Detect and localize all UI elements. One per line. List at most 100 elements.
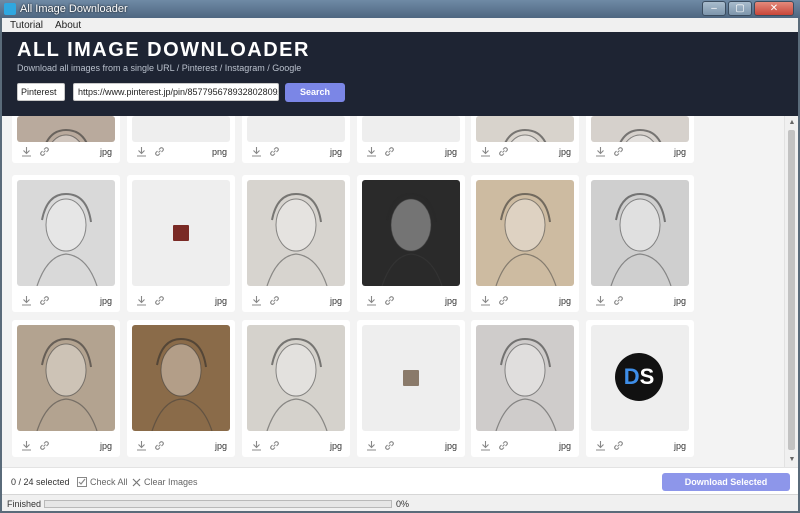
file-extension: jpg [673,296,686,306]
download-icon[interactable] [366,295,377,306]
scroll-down-arrow-icon[interactable]: ▼ [787,455,797,465]
minimize-button[interactable]: – [702,1,726,16]
link-icon[interactable] [39,440,50,451]
source-select[interactable]: Pinterest [17,83,65,101]
image-thumbnail[interactable] [591,180,689,286]
image-card[interactable]: jpg [12,116,120,163]
card-actions: jpg [12,290,120,312]
image-thumbnail[interactable] [362,325,460,431]
clear-images-button[interactable]: Clear Images [132,477,198,487]
image-card[interactable]: DS jpg [586,320,694,457]
sketch-photo-icon [504,128,547,142]
link-icon[interactable] [154,440,165,451]
image-card[interactable]: jpg [357,320,465,457]
link-icon[interactable] [384,440,395,451]
download-icon[interactable] [136,440,147,451]
image-thumbnail[interactable] [17,116,115,142]
download-icon[interactable] [251,295,262,306]
card-actions: jpg [471,290,579,312]
image-card[interactable]: jpg [127,320,235,457]
link-icon[interactable] [613,440,624,451]
link-icon[interactable] [269,146,280,157]
image-thumbnail[interactable] [132,180,230,286]
image-thumbnail[interactable] [17,180,115,286]
progress-bar [44,500,392,508]
image-card[interactable]: jpg [471,320,579,457]
image-card[interactable]: jpg [357,116,465,163]
card-actions: jpg [242,141,350,163]
link-icon[interactable] [39,295,50,306]
download-icon[interactable] [366,440,377,451]
download-icon[interactable] [21,146,32,157]
download-icon[interactable] [480,440,491,451]
image-thumbnail[interactable] [17,325,115,431]
link-icon[interactable] [498,295,509,306]
download-icon[interactable] [251,146,262,157]
image-thumbnail[interactable] [476,116,574,142]
sketch-photo-icon [266,337,328,431]
link-icon[interactable] [269,295,280,306]
scroll-thumb[interactable] [788,130,795,450]
link-icon[interactable] [384,295,395,306]
image-thumbnail[interactable] [247,116,345,142]
download-icon[interactable] [21,440,32,451]
menu-item-about[interactable]: About [55,20,81,31]
maximize-button[interactable]: ▢ [728,1,752,16]
image-thumbnail[interactable] [591,116,689,142]
image-thumbnail[interactable] [132,325,230,431]
image-card[interactable]: jpg [242,175,350,312]
grid-scrollbar[interactable]: ▲ ▼ [784,116,798,467]
download-selected-button[interactable]: Download Selected [662,473,790,491]
image-card[interactable]: jpg [12,320,120,457]
download-icon[interactable] [136,146,147,157]
image-card[interactable]: jpg [586,175,694,312]
search-button[interactable]: Search [285,83,345,102]
card-actions: png [127,141,235,163]
image-card[interactable]: jpg [586,116,694,163]
image-card[interactable]: jpg [12,175,120,312]
image-thumbnail[interactable] [362,116,460,142]
image-card[interactable]: jpg [357,175,465,312]
image-thumbnail[interactable] [476,180,574,286]
url-input[interactable]: https://www.pinterest.jp/pin/85779567893… [73,83,279,101]
link-icon[interactable] [498,146,509,157]
menu-item-tutorial[interactable]: Tutorial [10,20,43,31]
image-card[interactable]: png [127,116,235,163]
check-all-button[interactable]: Check All [77,477,128,487]
image-card[interactable]: jpg [471,116,579,163]
download-icon[interactable] [595,440,606,451]
download-icon[interactable] [251,440,262,451]
image-thumbnail[interactable] [362,180,460,286]
image-card[interactable]: jpg [242,320,350,457]
ds-logo-icon: DS [615,353,663,401]
download-icon[interactable] [136,295,147,306]
download-icon[interactable] [480,146,491,157]
link-icon[interactable] [498,440,509,451]
download-icon[interactable] [480,295,491,306]
link-icon[interactable] [39,146,50,157]
download-icon[interactable] [595,295,606,306]
link-icon[interactable] [613,146,624,157]
image-thumbnail[interactable] [476,325,574,431]
tiny-photo-icon [173,225,189,241]
card-actions: jpg [586,435,694,457]
file-extension: jpg [444,147,457,157]
image-card[interactable]: jpg [127,175,235,312]
link-icon[interactable] [154,295,165,306]
download-icon[interactable] [595,146,606,157]
download-icon[interactable] [366,146,377,157]
image-card[interactable]: jpg [242,116,350,163]
link-icon[interactable] [269,440,280,451]
close-button[interactable]: ✕ [754,1,794,16]
link-icon[interactable] [384,146,395,157]
download-icon[interactable] [21,295,32,306]
image-thumbnail[interactable] [247,325,345,431]
app-subtitle: Download all images from a single URL / … [17,63,302,73]
image-thumbnail[interactable] [132,116,230,142]
scroll-up-arrow-icon[interactable]: ▲ [787,118,797,128]
image-thumbnail[interactable] [247,180,345,286]
link-icon[interactable] [154,146,165,157]
image-card[interactable]: jpg [471,175,579,312]
link-icon[interactable] [613,295,624,306]
image-thumbnail[interactable]: DS [591,325,689,431]
